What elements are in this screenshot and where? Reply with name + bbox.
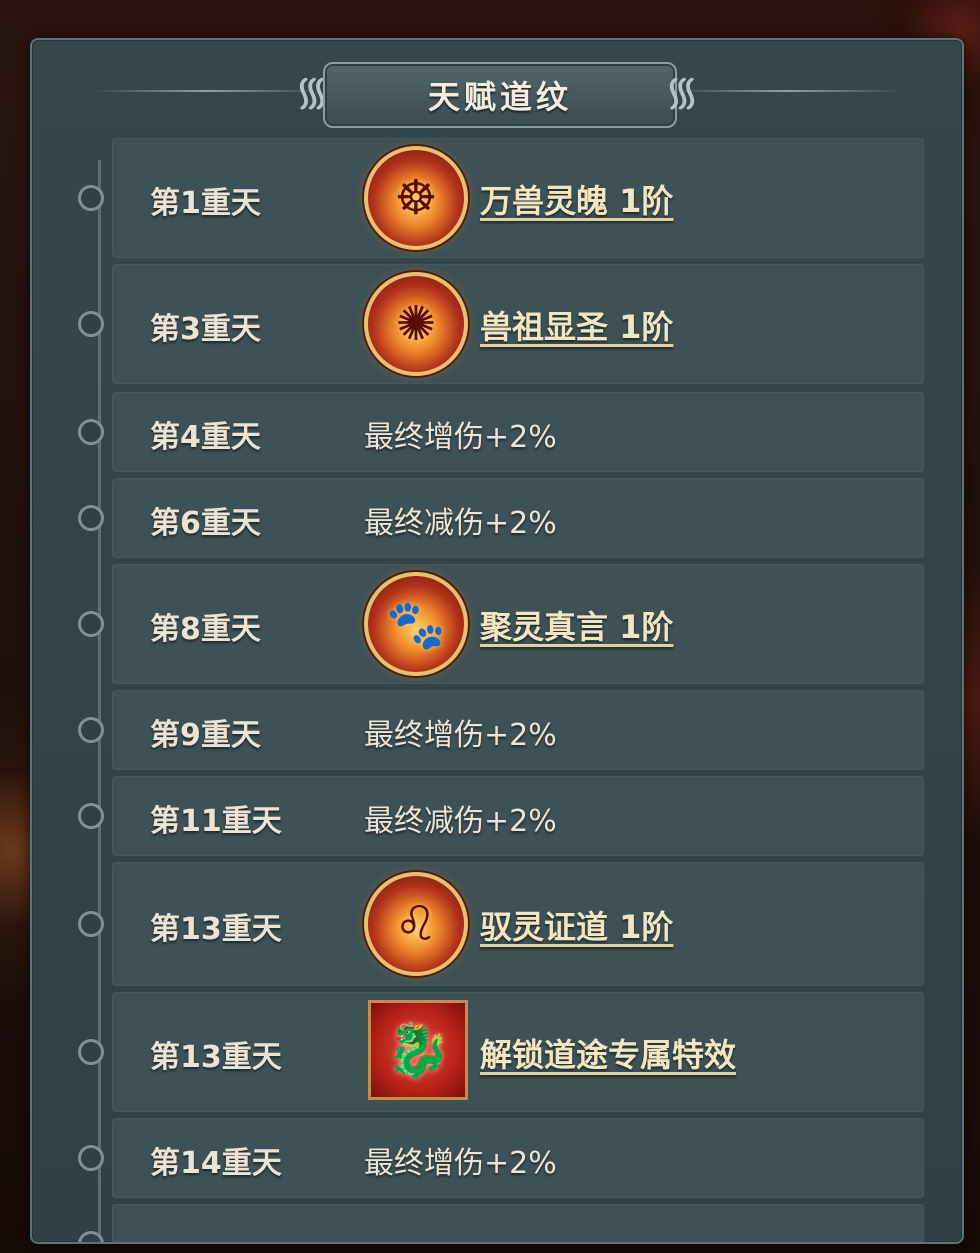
list-item: 第13重天 🐉 解锁道途专属特效 <box>78 992 924 1112</box>
list-item: 第6重天 最终减伤+2% <box>78 478 924 558</box>
list-item: 第1重天 ☸ 万兽灵魄 1阶 <box>78 138 924 258</box>
stat-bonus: 最终增伤+2% <box>364 1146 557 1181</box>
stat-bonus: 最终增伤+2% <box>364 420 557 455</box>
timeline-node <box>78 311 104 337</box>
stat-bonus: 最终减伤+2% <box>364 506 557 541</box>
header-divider-left <box>92 90 322 92</box>
timeline-node <box>78 803 104 829</box>
timeline-node <box>78 717 104 743</box>
list-item: 第14重天 最终增伤+2% <box>78 1118 924 1198</box>
stage-label: 第6重天 <box>150 506 261 541</box>
list-item: 第4重天 最终增伤+2% <box>78 392 924 472</box>
dragon-effect-icon[interactable]: 🐉 <box>368 1000 468 1100</box>
stat-bonus: 最终增伤+2% <box>364 718 557 753</box>
timeline-node <box>78 1039 104 1065</box>
beast-ancestor-icon[interactable]: ✺ <box>364 272 468 376</box>
list-item: 第3重天 ✺ 兽祖显圣 1阶 <box>78 264 924 384</box>
panel-header: ᯾ 天赋道纹 ᯾ <box>32 40 962 140</box>
timeline-node <box>78 911 104 937</box>
title-plaque: 天赋道纹 <box>323 62 677 128</box>
list-item: 第8重天 🐾 聚灵真言 1阶 <box>78 564 924 684</box>
timeline-node <box>78 419 104 445</box>
stage-label: 第11重天 <box>150 804 282 839</box>
list-item: 第11重天 最终减伤+2% <box>78 776 924 856</box>
stage-label: 第8重天 <box>150 612 261 647</box>
list-item-partial <box>78 1204 924 1242</box>
talent-pattern-panel: ᯾ 天赋道纹 ᯾ 第1重天 ☸ 万兽灵魄 1阶 第3重天 ✺ 兽祖显圣 1阶 第… <box>30 38 964 1244</box>
stage-label: 第4重天 <box>150 420 261 455</box>
header-divider-right <box>672 90 902 92</box>
timeline-node <box>78 505 104 531</box>
reward-link[interactable]: 万兽灵魄 1阶 <box>480 176 673 222</box>
list-item: 第13重天 ♌ 驭灵证道 1阶 <box>78 862 924 986</box>
beast-soul-icon[interactable]: ☸ <box>364 146 468 250</box>
stage-label: 第14重天 <box>150 1146 282 1181</box>
paw-print-icon[interactable]: 🐾 <box>364 572 468 676</box>
list-item: 第9重天 最终增伤+2% <box>78 690 924 770</box>
timeline-node <box>78 1145 104 1171</box>
reward-link[interactable]: 兽祖显圣 1阶 <box>480 302 673 348</box>
timeline-node <box>78 611 104 637</box>
stage-label: 第3重天 <box>150 312 261 347</box>
stage-label: 第13重天 <box>150 1040 282 1075</box>
lion-beast-icon[interactable]: ♌ <box>364 872 468 976</box>
stat-bonus: 最终减伤+2% <box>364 804 557 839</box>
scroll-ornament-right-icon: ᯾ <box>664 69 700 115</box>
reward-link[interactable]: 解锁道途专属特效 <box>480 1030 736 1076</box>
reward-link[interactable]: 驭灵证道 1阶 <box>480 902 673 948</box>
panel-title: 天赋道纹 <box>427 78 572 116</box>
stage-label: 第1重天 <box>150 186 261 221</box>
stage-label: 第13重天 <box>150 912 282 947</box>
stage-label: 第9重天 <box>150 718 261 753</box>
timeline-node <box>78 185 104 211</box>
reward-link[interactable]: 聚灵真言 1阶 <box>480 602 673 648</box>
